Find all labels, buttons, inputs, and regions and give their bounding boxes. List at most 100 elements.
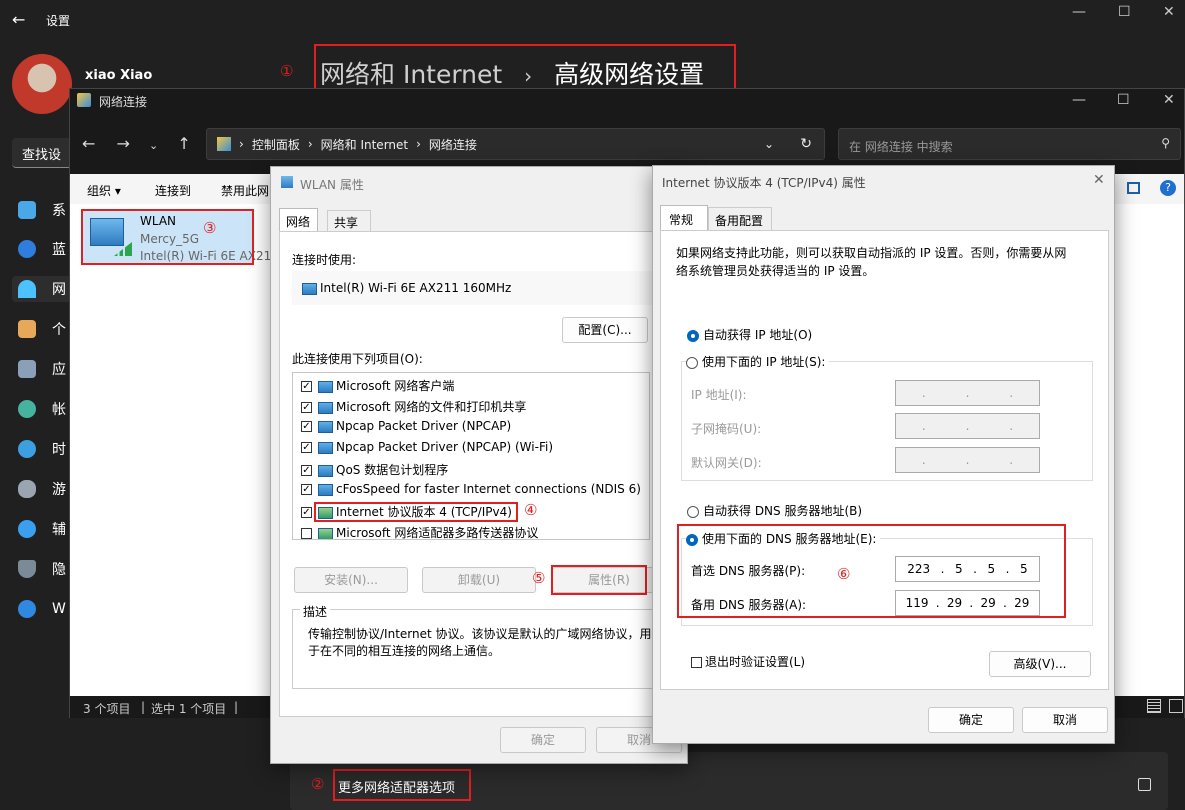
search-icon: ⚲ <box>1161 136 1170 150</box>
minimize-icon[interactable]: — <box>1072 4 1086 20</box>
list-item[interactable]: ✓ QoS 数据包计划程序 <box>301 461 448 478</box>
explorer-maximize-icon[interactable]: ☐ <box>1117 92 1130 108</box>
organize-menu[interactable]: 组织 ▾ <box>87 182 121 199</box>
checkbox[interactable]: ✓ <box>301 465 312 476</box>
list-item[interactable]: ✓ Microsoft 网络客户端 <box>301 377 454 394</box>
forward-icon[interactable]: → <box>117 134 130 153</box>
list-item[interactable]: ✓ Microsoft 网络的文件和打印机共享 <box>301 398 526 415</box>
ipv4-intro: 如果网络支持此功能，则可以获取自动指派的 IP 设置。否则，你需要从网络系统管理… <box>676 246 1067 278</box>
wlan-ok-button[interactable]: 确定 <box>500 727 586 753</box>
checkbox[interactable] <box>301 528 312 539</box>
close-icon[interactable]: ✕ <box>1163 4 1175 20</box>
ipv4-cancel-button[interactable]: 取消 <box>1022 707 1108 733</box>
manual-ip-radio[interactable] <box>686 356 698 369</box>
ip-address-input[interactable]: ... <box>895 380 1040 406</box>
protocol-icon <box>318 527 333 539</box>
explorer-nav-buttons: ← → ⌄ ↑ <box>82 134 191 153</box>
breadcrumb-parent[interactable]: 网络和 Internet <box>320 60 502 89</box>
tab-alternate-config[interactable]: 备用配置 <box>708 207 772 231</box>
uninstall-button[interactable]: 卸载(U) <box>422 567 536 593</box>
back-arrow-icon[interactable]: ← <box>12 10 25 29</box>
subnet-mask-label: 子网掩码(U): <box>691 422 762 436</box>
validate-on-exit-option[interactable]: 退出时验证设置(L) <box>691 653 805 670</box>
auto-dns-radio[interactable] <box>687 505 699 518</box>
status-divider: | <box>234 700 239 714</box>
help-icon[interactable]: ? <box>1160 180 1176 196</box>
preview-pane-icon[interactable] <box>1127 182 1140 194</box>
connect-to-button[interactable]: 连接到 <box>155 182 191 199</box>
install-button[interactable]: 安装(N)... <box>294 567 408 593</box>
manual-ip-option[interactable]: 使用下面的 IP 地址(S): <box>686 353 830 370</box>
path-segment-0[interactable]: 控制面板 <box>252 136 300 153</box>
tab-network[interactable]: 网络 <box>279 208 318 232</box>
auto-ip-option[interactable]: 自动获得 IP 地址(O) <box>687 326 812 343</box>
path-segment-2[interactable]: 网络连接 <box>429 136 477 153</box>
details-view-icon[interactable] <box>1147 699 1161 713</box>
configure-button[interactable]: 配置(C)... <box>562 317 648 343</box>
subnet-mask-input[interactable]: ... <box>895 413 1040 439</box>
address-dropdown-icon[interactable]: ⌄ <box>764 137 774 151</box>
explorer-search-input[interactable]: 在 网络连接 中搜索 ⚲ <box>838 128 1181 160</box>
auto-ip-radio[interactable] <box>687 329 699 342</box>
list-item[interactable]: ✓ Npcap Packet Driver (NPCAP) <box>301 419 511 433</box>
adapter-box: Intel(R) Wi-Fi 6E AX211 160MHz <box>292 271 662 305</box>
status-divider: | <box>141 700 146 714</box>
list-item[interactable]: Microsoft 网络适配器多路传送器协议 <box>301 524 538 539</box>
checkbox[interactable]: ✓ <box>301 421 312 432</box>
validate-checkbox[interactable] <box>691 657 702 668</box>
description-text: 传输控制协议/Internet 协议。该协议是默认的广域网络协议，用于在不同的相… <box>308 627 652 658</box>
disable-device-button[interactable]: 禁用此网 <box>221 182 269 199</box>
maximize-icon[interactable]: ☐ <box>1118 4 1131 20</box>
list-item[interactable]: ✓ Npcap Packet Driver (NPCAP) (Wi-Fi) <box>301 440 553 454</box>
network-component-icon <box>318 483 333 496</box>
back-icon[interactable]: ← <box>82 134 95 153</box>
address-bar[interactable]: › 控制面板 › 网络和 Internet › 网络连接 ⌄ ↻ <box>206 128 825 160</box>
properties-highlight <box>551 565 647 595</box>
page-title: 高级网络设置 <box>554 60 705 89</box>
wlan-dialog-title: WLAN 属性 <box>300 178 364 192</box>
annotation-5: ⑤ <box>532 569 546 587</box>
explorer-close-icon[interactable]: ✕ <box>1163 92 1175 108</box>
account-icon <box>18 400 36 418</box>
path-separator-icon: › <box>239 137 244 151</box>
advanced-button[interactable]: 高级(V)... <box>989 651 1091 677</box>
settings-title: 设置 <box>46 14 71 28</box>
ipv4-dialog-title: Internet 协议版本 4 (TCP/IPv4) 属性 <box>662 176 866 190</box>
checkbox[interactable]: ✓ <box>301 381 312 392</box>
shield-icon <box>18 560 36 578</box>
items-label: 此连接使用下列项目(O): <box>292 352 423 366</box>
up-icon[interactable]: ↑ <box>177 134 190 153</box>
wlan-dialog-icon <box>281 176 293 188</box>
checkbox[interactable]: ✓ <box>301 442 312 453</box>
explorer-minimize-icon[interactable]: — <box>1072 92 1086 108</box>
nav-item-network[interactable]: 网 <box>12 276 72 302</box>
auto-dns-option[interactable]: 自动获得 DNS 服务器地址(B) <box>687 502 862 519</box>
recent-dropdown-icon[interactable]: ⌄ <box>149 139 158 152</box>
description-label: 描述 <box>300 603 331 620</box>
tab-general[interactable]: 常规 <box>660 205 708 231</box>
network-component-icon <box>318 420 333 433</box>
refresh-icon[interactable]: ↻ <box>800 136 812 152</box>
checkbox[interactable]: ✓ <box>301 484 312 495</box>
network-component-icon <box>318 380 333 393</box>
settings-search-input[interactable]: 查找设 <box>12 138 72 168</box>
path-segment-1[interactable]: 网络和 Internet <box>321 136 408 153</box>
dns-highlight <box>677 524 1066 618</box>
checkbox[interactable]: ✓ <box>301 507 312 518</box>
ipv4-ok-button[interactable]: 确定 <box>928 707 1014 733</box>
network-component-icon <box>318 464 333 477</box>
network-component-icon <box>318 441 333 454</box>
ipv4-close-icon[interactable]: ✕ <box>1093 172 1105 188</box>
tab-sharing[interactable]: 共享 <box>327 210 371 232</box>
external-link-icon[interactable] <box>1138 778 1151 791</box>
gateway-input[interactable]: ... <box>895 447 1040 473</box>
checkbox[interactable]: ✓ <box>301 402 312 413</box>
adapter-icon <box>302 282 317 295</box>
connect-using-label: 连接时使用: <box>292 253 357 267</box>
more-adapter-link[interactable]: 更多网络适配器选项 <box>338 777 455 796</box>
update-icon <box>18 600 36 618</box>
wlan-item-highlight <box>81 209 254 265</box>
tiles-view-icon[interactable] <box>1169 699 1183 713</box>
list-item[interactable]: ✓ cFosSpeed for faster Internet connectio… <box>301 482 641 496</box>
breadcrumb: 网络和 Internet › 高级网络设置 <box>320 55 704 91</box>
